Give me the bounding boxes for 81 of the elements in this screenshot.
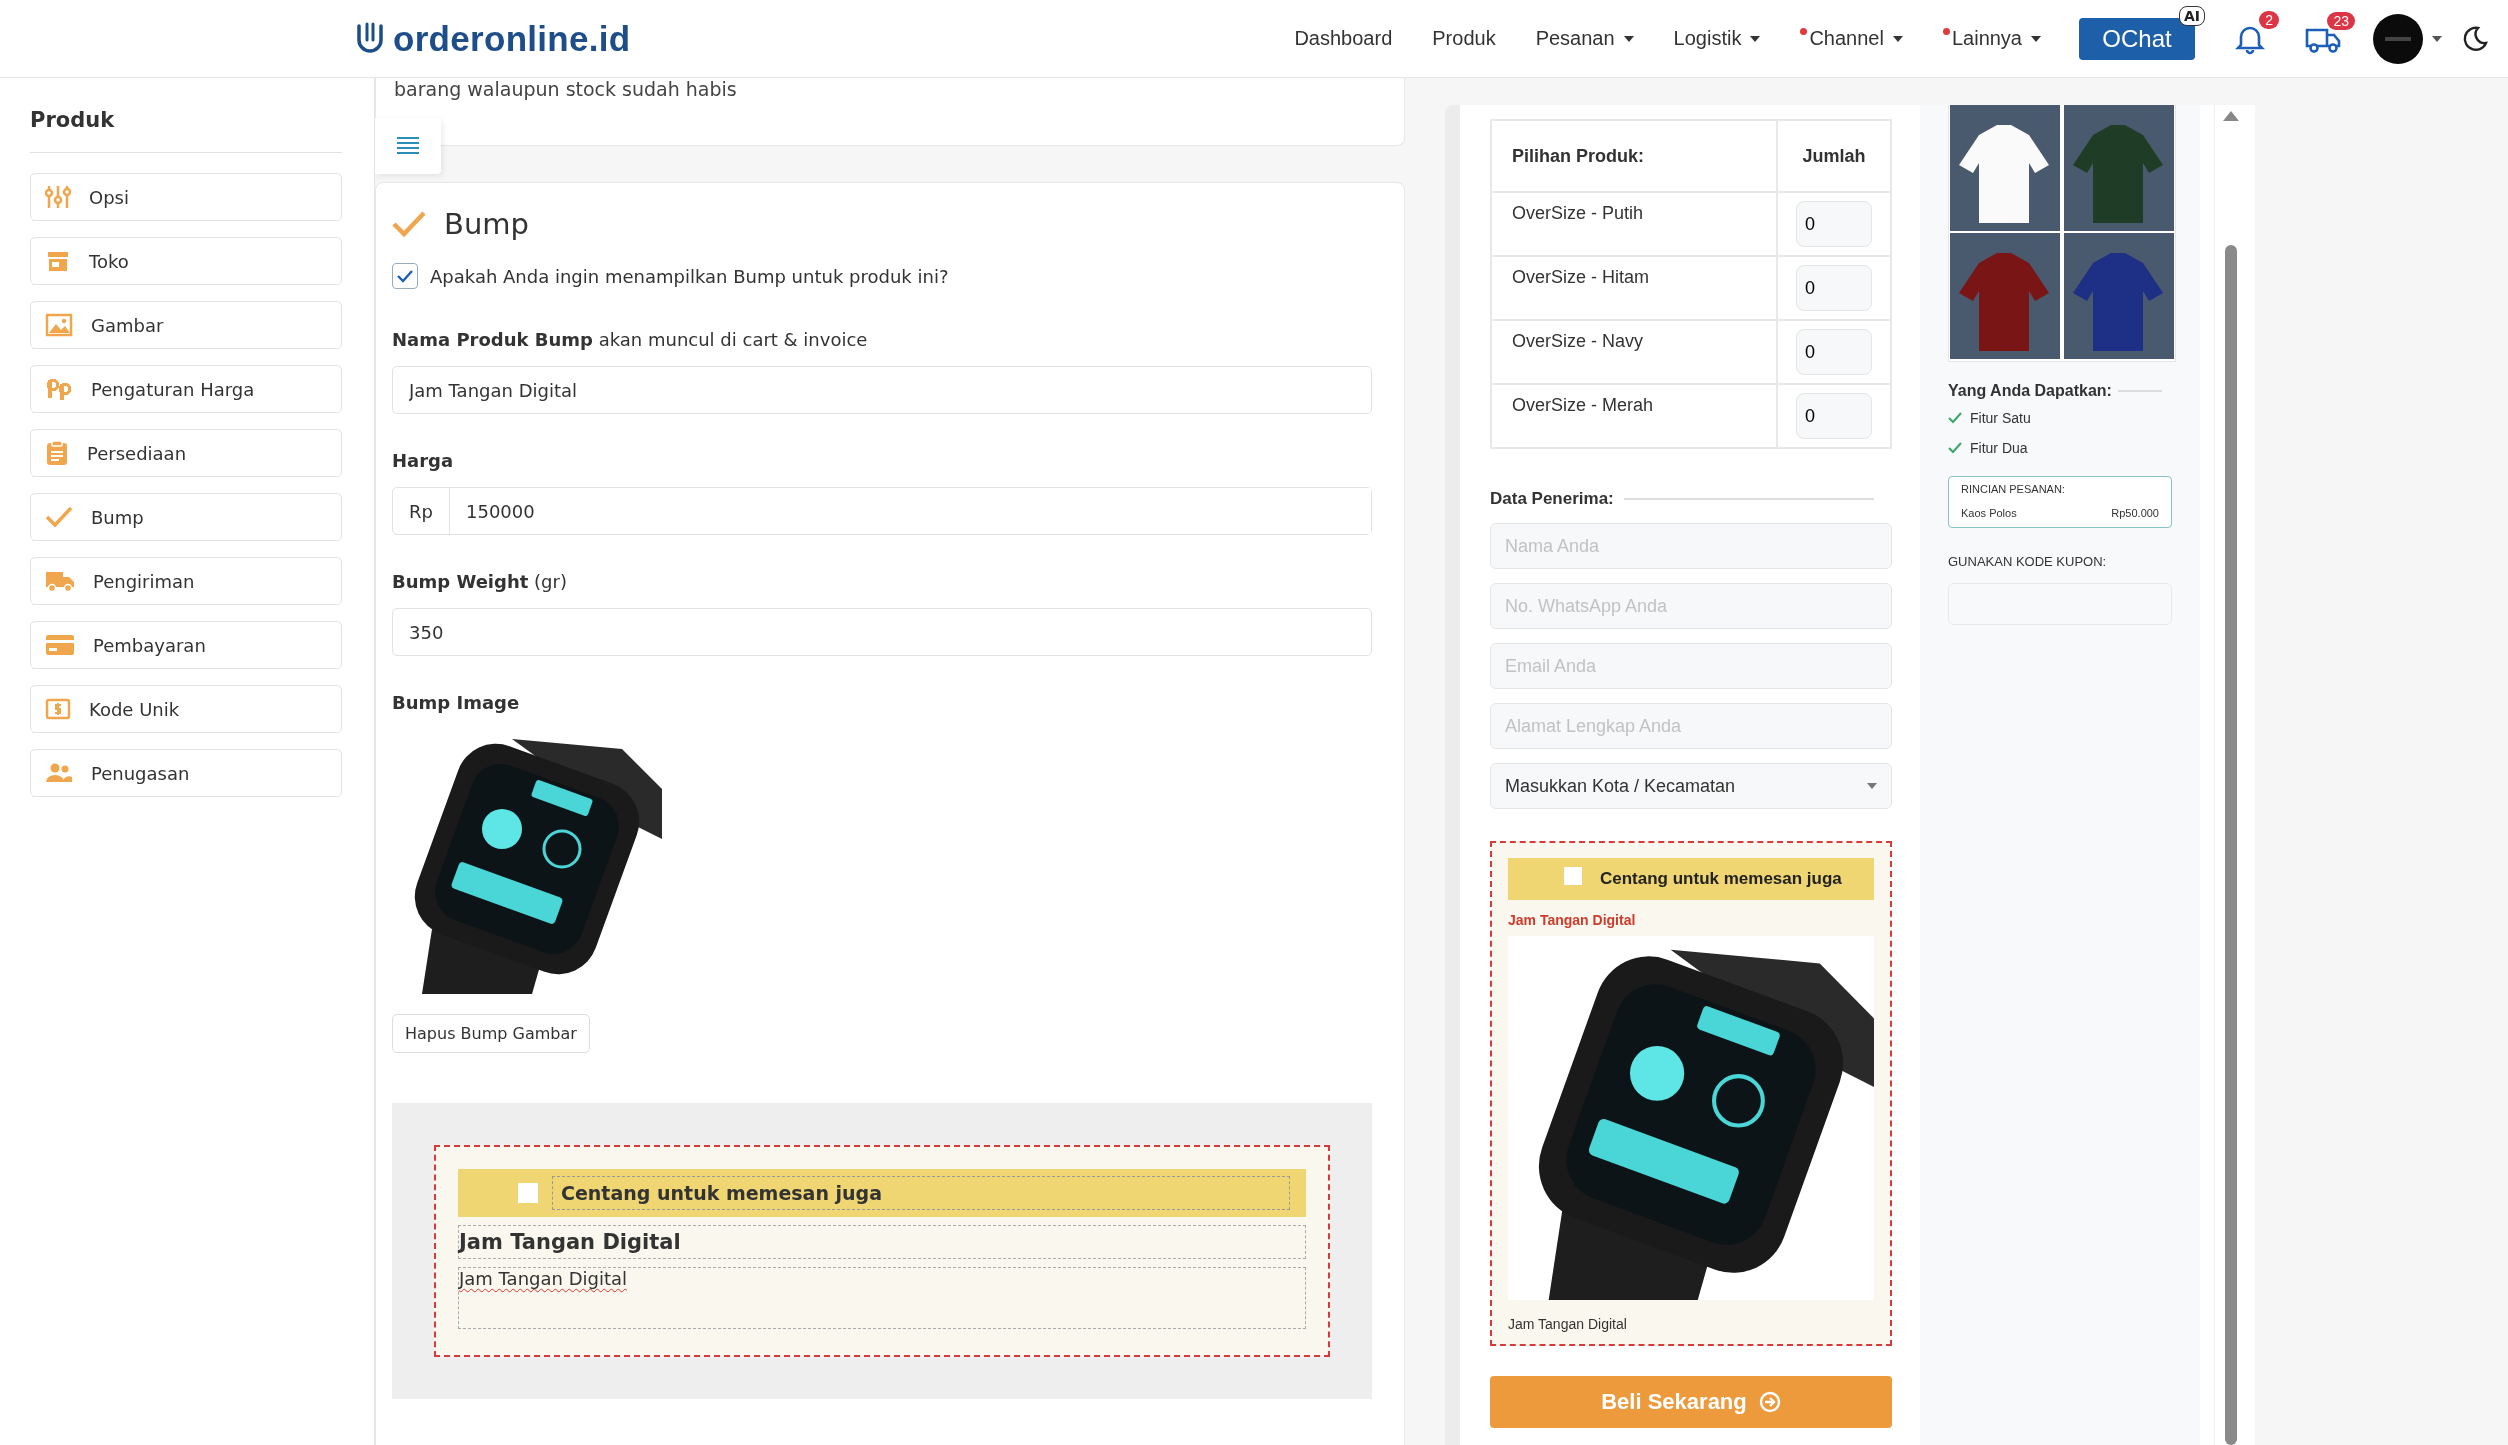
input-field[interactable]: No. WhatsApp Anda	[1490, 583, 1892, 629]
input-field[interactable]: 350	[392, 608, 1372, 656]
checkbox[interactable]	[1564, 867, 1582, 885]
column-header: Pilihan Produk:	[1491, 120, 1777, 192]
summary-title: RINCIAN PESANAN:	[1961, 483, 2066, 495]
nav-link[interactable]: Dashboard	[1294, 27, 1393, 50]
description-text: barang walaupun stock sudah habis	[394, 78, 738, 100]
cash-icon	[45, 697, 71, 721]
avatar[interactable]	[2373, 13, 2423, 64]
quantity-field[interactable]: 0	[1796, 393, 1872, 439]
checkmark-icon	[45, 505, 73, 529]
clipboard-icon	[45, 440, 69, 466]
sidebar-item[interactable]: Persediaan	[30, 429, 342, 477]
section-title: Yang Anda Dapatkan:	[1948, 382, 2112, 400]
sliders-icon	[45, 184, 71, 210]
arrow-circle-icon	[1758, 1391, 1781, 1413]
check-icon	[1948, 412, 1962, 424]
checkbox[interactable]	[392, 263, 418, 289]
input-field[interactable]: Nama Anda	[1490, 523, 1892, 569]
count-badge: 2	[2259, 10, 2279, 29]
field-label: Bump Weight (gr)	[392, 571, 568, 592]
city-dropdown[interactable]: Masukkan Kota / Kecamatan	[1490, 763, 1892, 809]
count-badge: 23	[2327, 11, 2355, 30]
checkbox-label: Centang untuk memesan juga	[1600, 869, 1842, 889]
truck-icon	[45, 569, 75, 593]
quantity-field[interactable]: 0	[1796, 201, 1872, 247]
remove-image-button[interactable]: Hapus Bump Gambar	[392, 1014, 590, 1053]
column-header: Jumlah	[1777, 120, 1891, 192]
section-title: Bump	[444, 207, 529, 241]
quantity-field[interactable]: 0	[1796, 265, 1872, 311]
offer-title: Jam Tangan Digital	[1508, 912, 1637, 928]
offer-title-field[interactable]: Jam Tangan Digital	[458, 1225, 1306, 1259]
offer-description-field[interactable]: Jam Tangan Digital	[458, 1267, 1306, 1329]
nav-link[interactable]: Logistik	[1673, 27, 1761, 50]
field-label: Bump Image	[392, 692, 521, 713]
table-cell: OverSize - Hitam	[1491, 256, 1777, 320]
sidebar-item[interactable]: Gambar	[30, 301, 342, 349]
checkmark-icon	[392, 210, 426, 238]
sidebar-item[interactable]: Opsi	[30, 173, 342, 221]
table-cell: OverSize - Merah	[1491, 384, 1777, 448]
item-name: Kaos Polos	[1961, 507, 2017, 519]
sidebar-item[interactable]: Toko	[30, 237, 342, 285]
logo-icon	[355, 21, 385, 56]
nav-link[interactable]: Channel	[1800, 27, 1903, 50]
section-title: Data Penerima:	[1490, 489, 1614, 509]
menu-icon	[395, 135, 421, 157]
caret-icon[interactable]	[2432, 35, 2442, 42]
sidebar-item[interactable]: Pembayaran	[30, 621, 342, 669]
sidebar-item[interactable]: Pengaturan Harga	[30, 365, 342, 413]
benefit-text: Fitur Dua	[1970, 440, 2028, 456]
offer-label-field[interactable]: Centang untuk memesan juga	[552, 1176, 1290, 1210]
checkbox-label: Apakah Anda ingin menampilkan Bump untuk produk ini?	[430, 265, 949, 287]
table-cell: OverSize - Putih	[1491, 192, 1777, 256]
item-price: Rp50.000	[2111, 507, 2159, 519]
quantity-field[interactable]: 0	[1796, 329, 1872, 375]
input-field[interactable]: Email Anda	[1490, 643, 1892, 689]
check-icon	[396, 269, 414, 283]
logo-text[interactable]: orderonline.id	[393, 18, 631, 59]
sidebar-item[interactable]: Kode Unik	[30, 685, 342, 733]
sidebar-item[interactable]: Penugasan	[30, 749, 342, 797]
input-field[interactable]: Alamat Lengkap Anda	[1490, 703, 1892, 749]
menu-button[interactable]	[375, 118, 441, 174]
people-icon	[45, 762, 73, 784]
field-label: GUNAKAN KODE KUPON:	[1948, 554, 2108, 569]
image-caption: Jam Tangan Digital	[1508, 1316, 1628, 1332]
nav-link[interactable]: Lainnya	[1942, 27, 2041, 50]
check-icon	[1948, 442, 1962, 454]
benefit-text: Fitur Satu	[1970, 410, 2031, 426]
sidebar-item[interactable]: Pengiriman	[30, 557, 342, 605]
table-cell: OverSize - Navy	[1491, 320, 1777, 384]
sidebar-title: Produk	[30, 108, 342, 153]
sidebar-item[interactable]: Bump	[30, 493, 342, 541]
nav-link[interactable]: Produk	[1432, 27, 1496, 50]
field-label: Nama Produk Bump akan muncul di cart & invoice	[392, 329, 869, 350]
checkbox[interactable]	[518, 1183, 538, 1203]
image-icon	[45, 313, 73, 337]
field-label: Harga	[392, 450, 455, 471]
credit-card-icon	[45, 634, 75, 656]
ai-badge: AI	[2178, 5, 2205, 26]
price-input-field[interactable]: Rp 150000	[392, 487, 1372, 535]
nav-link[interactable]: Pesanan	[1535, 27, 1634, 50]
